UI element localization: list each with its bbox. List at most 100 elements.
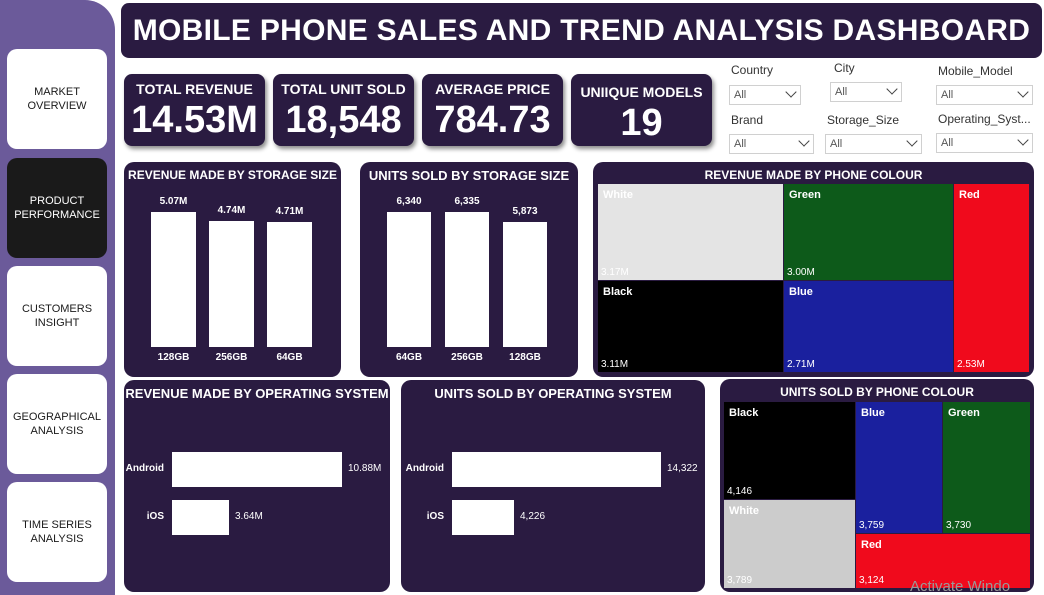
kpi-value: 18,548 [285,99,402,141]
tile-label: Black [603,286,633,298]
units-by-colour-treemap: UNITS SOLD BY PHONE COLOUR Black 4,146 B… [720,379,1034,592]
filter-country-dropdown[interactable]: All [729,85,801,105]
bar-ios[interactable] [172,500,229,535]
bar-value-label: 4.71M [275,206,304,217]
tile-value: 4,146 [727,486,753,497]
bar-category-label: 256GB [451,352,483,363]
tile-value: 3,124 [859,575,885,586]
bar-64gb[interactable] [267,222,312,347]
tile-value: 2.53M [957,359,985,370]
filter-mobile-model-dropdown[interactable]: All [936,85,1033,105]
kpi-value: 19 [620,102,663,144]
filter-country-label: Country [731,63,774,77]
filter-city-dropdown[interactable]: All [830,82,902,102]
bar-value-label: 10.88M [348,463,382,474]
treemap-tile-white[interactable]: White 3,789 [724,500,855,588]
treemap-tile-black[interactable]: Black 3.11M [598,281,783,372]
kpi-value: 784.73 [434,99,551,141]
nav-product-performance-button[interactable]: PRODUCT PERFORMANCE [7,158,107,258]
tile-value: 3.17M [601,267,629,278]
bar-ios[interactable] [452,500,514,535]
bar-value-label: 3.64M [235,511,263,522]
filter-mobile-model-label: Mobile_Model [938,64,1013,78]
nav-geographical-analysis-button[interactable]: GEOGRAPHICAL ANALYSIS [7,374,107,474]
treemap-tile-green[interactable]: Green 3,730 [943,402,1030,533]
chevron-down-icon [785,86,797,98]
activate-windows-watermark: Activate Windo [910,578,1011,595]
tile-label: Red [861,539,882,551]
nav-time-series-analysis-button[interactable]: TIME SERIES ANALYSIS [7,482,107,582]
filter-brand-label: Brand [731,113,764,127]
tile-value: 3,730 [946,520,972,531]
tile-label: White [603,189,633,201]
chart-title: REVENUE MADE BY STORAGE SIZE [128,168,337,182]
units-by-os-chart: UNITS SOLD BY OPERATING SYSTEM Android 14… [401,380,705,592]
bar-value-label: 5.07M [159,196,188,207]
filter-storage-size-dropdown[interactable]: All [825,134,922,154]
kpi-unique-models-card: UNIIQUE MODELS 19 [571,74,712,146]
bar-256gb[interactable] [445,212,489,347]
revenue-by-colour-treemap: REVENUE MADE BY PHONE COLOUR White 3.17M… [593,162,1034,377]
bar-android[interactable] [452,452,661,487]
filter-operating-system-label: Operating_Syst... [938,112,1031,126]
filter-value: All [734,138,747,150]
kpi-total-unit-sold-card: TOTAL UNIT SOLD 18,548 [273,74,414,146]
treemap-tile-green[interactable]: Green 3.00M [784,184,953,280]
treemap-tile-white[interactable]: White 3.17M [598,184,783,280]
bar-category-label: iOS [146,511,164,522]
chevron-down-icon [798,135,810,147]
page-title: MOBILE PHONE SALES AND TREND ANALYSIS DA… [121,3,1042,58]
bar-64gb[interactable] [387,212,431,347]
filter-brand-dropdown[interactable]: All [729,134,814,154]
tile-label: Green [789,189,821,201]
bar-256gb[interactable] [209,221,254,347]
filter-operating-system-dropdown[interactable]: All [936,133,1033,153]
kpi-label: UNIIQUE MODELS [580,84,703,100]
tile-label: Black [729,407,759,419]
bar-128gb[interactable] [151,212,196,347]
tile-value: 3.11M [601,359,629,370]
tile-value: 3.00M [787,267,815,278]
tile-value: 3,759 [859,520,885,531]
chart-title: UNITS SOLD BY OPERATING SYSTEM [434,386,672,401]
filter-city-label: City [834,61,855,75]
chevron-down-icon [886,83,898,95]
bar-value-label: 6,340 [396,196,422,207]
bar-category-label: 128GB [157,352,190,363]
kpi-label: TOTAL REVENUE [136,81,253,97]
kpi-label: AVERAGE PRICE [435,81,550,97]
nav-market-overview-button[interactable]: MARKET OVERVIEW [7,49,107,149]
tile-label: Red [959,189,980,201]
bar-value-label: 4.74M [217,205,246,216]
chart-title: REVENUE MADE BY PHONE COLOUR [704,168,923,182]
filter-storage-size-label: Storage_Size [827,113,900,127]
bar-value-label: 6,335 [454,196,480,207]
units-by-storage-chart: UNITS SOLD BY STORAGE SIZE 6,340 64GB 6,33… [360,162,578,377]
bar-category-label: 64GB [276,352,303,363]
filter-value: All [830,138,843,150]
bar-category-label: 64GB [395,352,423,363]
tile-value: 3,789 [727,575,753,586]
bar-value-label: 14,322 [667,463,698,474]
kpi-total-revenue-card: TOTAL REVENUE 14.53M [124,74,265,146]
filter-value: All [941,137,954,149]
treemap-tile-blue[interactable]: Blue 3,759 [856,402,942,533]
treemap-tile-red[interactable]: Red 2.53M [954,184,1029,372]
bar-android[interactable] [172,452,342,487]
filter-value: All [835,86,848,98]
revenue-by-storage-chart: REVENUE MADE BY STORAGE SIZE 5.07M 128GB 4… [124,162,341,377]
bar-128gb[interactable] [503,222,547,347]
sidebar: MARKET OVERVIEW PRODUCT PERFORMANCE CUST… [0,0,115,595]
chart-title: UNITS SOLD BY STORAGE SIZE [368,168,570,183]
filter-value: All [734,89,747,101]
bar-category-label: Android [125,463,164,474]
kpi-average-price-card: AVERAGE PRICE 784.73 [422,74,563,146]
chevron-down-icon [1017,134,1029,146]
bar-category-label: Android [405,463,444,474]
bar-category-label: 128GB [509,352,541,363]
treemap-tile-blue[interactable]: Blue 2.71M [784,281,953,372]
tile-label: Blue [789,286,813,298]
tile-label: Green [948,407,980,419]
nav-customers-insight-button[interactable]: CUSTOMERS INSIGHT [7,266,107,366]
treemap-tile-black[interactable]: Black 4,146 [724,402,855,499]
